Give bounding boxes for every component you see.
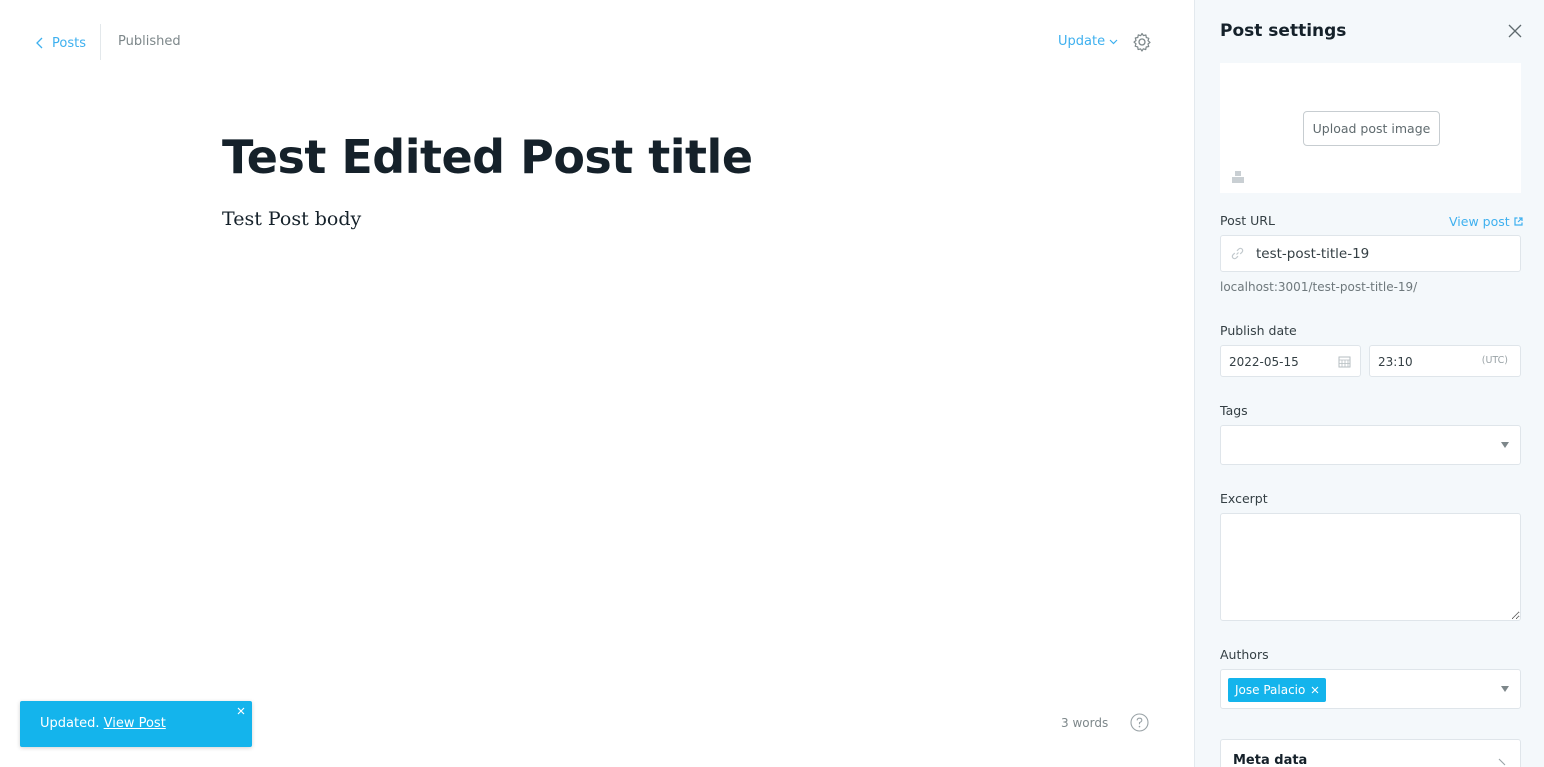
meta-data-row[interactable]: Meta data (1220, 739, 1521, 767)
help-icon[interactable] (1130, 713, 1149, 732)
breadcrumb-divider (100, 24, 101, 60)
author-name: Jose Palacio (1235, 683, 1306, 697)
chevron-down-icon (1109, 39, 1118, 44)
post-settings-panel: Post settings Upload post image Post URL… (1194, 0, 1544, 767)
excerpt-label: Excerpt (1220, 491, 1268, 506)
tags-select[interactable] (1220, 425, 1521, 465)
publish-time-field: (UTC) (1369, 345, 1521, 377)
gear-icon[interactable] (1132, 32, 1152, 52)
upload-post-image-button[interactable]: Upload post image (1303, 111, 1440, 146)
back-link-label: Posts (52, 35, 86, 51)
author-chip: Jose Palacio (1228, 678, 1327, 702)
update-button[interactable]: Update (1058, 34, 1118, 49)
publish-date-input[interactable] (1229, 353, 1329, 370)
dropdown-arrow-icon (1501, 686, 1509, 692)
word-count: 3 words (1061, 716, 1109, 730)
timezone-label: (UTC) (1481, 355, 1508, 366)
post-url-input[interactable] (1256, 244, 1506, 264)
view-post-link[interactable]: View post (1449, 214, 1523, 229)
post-title[interactable]: Test Edited Post title (222, 130, 753, 184)
external-link-icon (1514, 217, 1523, 226)
dropdown-arrow-icon (1501, 442, 1509, 448)
post-body[interactable]: Test Post body (222, 208, 361, 230)
post-url-label: Post URL (1220, 213, 1275, 228)
tags-label: Tags (1220, 403, 1248, 418)
publish-time-input[interactable] (1378, 353, 1458, 370)
editor-area: Posts Published Update Test Edited Post … (0, 0, 1194, 767)
link-icon (1231, 247, 1244, 260)
notification-toast: Updated. View Post (20, 701, 252, 747)
publish-date-label: Publish date (1220, 323, 1297, 338)
image-placeholder-icon (1232, 171, 1244, 183)
chevron-right-icon (1498, 758, 1506, 766)
chevron-left-icon (36, 37, 43, 49)
publish-date-field (1220, 345, 1361, 377)
editor-topbar: Posts Published Update (0, 0, 1194, 84)
toast-message: Updated. (40, 716, 100, 731)
close-icon[interactable] (236, 706, 246, 716)
back-to-posts-link[interactable]: Posts (35, 34, 86, 52)
remove-author-icon[interactable] (1311, 686, 1319, 694)
update-button-label: Update (1058, 34, 1106, 49)
post-url-preview: localhost:3001/test-post-title-19/ (1220, 280, 1418, 294)
toast-message-wrap: Updated. View Post (40, 716, 166, 731)
meta-data-label: Meta data (1233, 753, 1308, 767)
post-status: Published (118, 34, 181, 49)
post-url-field (1220, 235, 1521, 272)
authors-label: Authors (1220, 647, 1269, 662)
panel-title: Post settings (1220, 21, 1347, 41)
post-image-area: Upload post image (1220, 63, 1521, 193)
authors-select[interactable]: Jose Palacio (1220, 669, 1521, 709)
close-icon[interactable] (1508, 24, 1522, 38)
toast-view-post-link[interactable]: View Post (104, 716, 166, 731)
excerpt-textarea[interactable] (1220, 513, 1521, 621)
calendar-icon[interactable] (1338, 355, 1351, 368)
view-post-label: View post (1449, 214, 1510, 229)
